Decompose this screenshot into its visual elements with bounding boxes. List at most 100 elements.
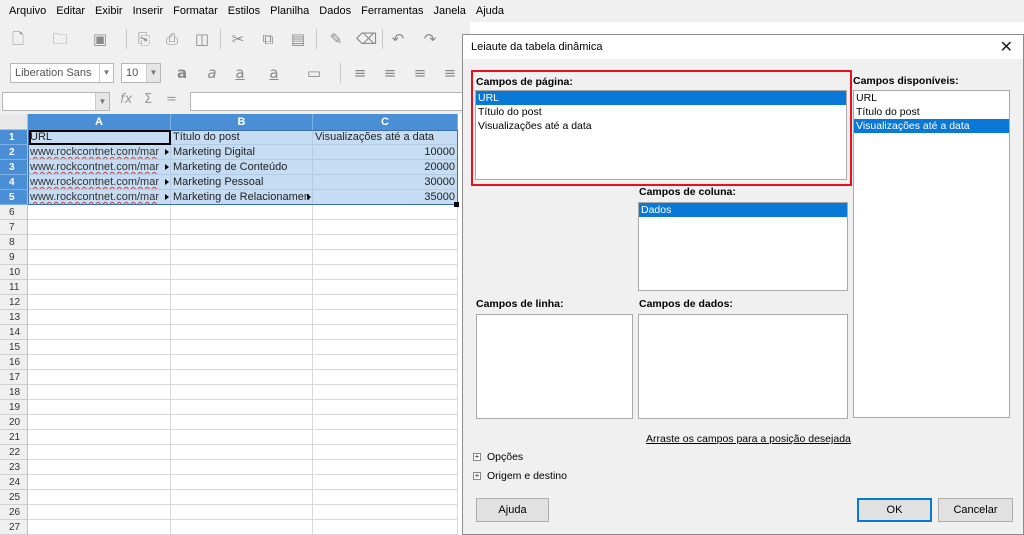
export-pdf-icon[interactable]: ⎘ xyxy=(134,29,154,49)
options-expander[interactable]: + Opções xyxy=(473,451,523,463)
table-cell[interactable] xyxy=(28,235,171,250)
column-header-c[interactable]: C xyxy=(313,114,458,130)
table-cell[interactable] xyxy=(28,445,171,460)
font-name-select[interactable]: Liberation Sans ▼ xyxy=(10,63,114,83)
table-cell[interactable]: Título do post xyxy=(171,130,313,145)
table-cell[interactable] xyxy=(313,205,458,220)
menu-ferramentas[interactable]: Ferramentas xyxy=(356,5,428,17)
table-cell[interactable] xyxy=(171,415,313,430)
new-document-icon[interactable]: 🗋 xyxy=(8,29,28,49)
table-cell[interactable] xyxy=(171,385,313,400)
table-cell[interactable]: 30000 xyxy=(313,175,458,190)
table-cell[interactable] xyxy=(171,490,313,505)
table-cell[interactable] xyxy=(313,250,458,265)
table-cell[interactable] xyxy=(313,310,458,325)
table-cell[interactable] xyxy=(313,475,458,490)
available-field-item[interactable]: Título do post xyxy=(854,105,1009,119)
table-cell[interactable] xyxy=(28,220,171,235)
menu-janela[interactable]: Janela xyxy=(428,5,470,17)
table-cell[interactable] xyxy=(171,505,313,520)
table-cell[interactable] xyxy=(313,295,458,310)
table-cell[interactable]: www.rockcontnet.com/mar xyxy=(28,145,171,160)
table-cell[interactable] xyxy=(28,430,171,445)
table-cell[interactable] xyxy=(28,205,171,220)
close-icon[interactable]: ✕ xyxy=(1000,37,1013,56)
align-center-icon[interactable]: ≡ xyxy=(380,63,400,83)
row-header[interactable]: 8 xyxy=(0,235,28,250)
table-cell[interactable]: Marketing Digital xyxy=(171,145,313,160)
menu-planilha[interactable]: Planilha xyxy=(265,5,314,17)
row-header[interactable]: 26 xyxy=(0,505,28,520)
table-cell[interactable] xyxy=(171,340,313,355)
available-field-item[interactable]: URL xyxy=(854,91,1009,105)
table-cell[interactable] xyxy=(28,505,171,520)
table-cell[interactable] xyxy=(171,460,313,475)
table-cell[interactable] xyxy=(313,400,458,415)
table-cell[interactable]: URL xyxy=(28,130,171,145)
print-icon[interactable]: ⎙ xyxy=(162,29,182,49)
clone-formatting-icon[interactable]: ✎ xyxy=(326,29,346,49)
table-cell[interactable] xyxy=(28,370,171,385)
row-header[interactable]: 19 xyxy=(0,400,28,415)
table-cell[interactable] xyxy=(313,520,458,535)
table-cell[interactable] xyxy=(313,505,458,520)
table-cell[interactable] xyxy=(28,355,171,370)
table-cell[interactable] xyxy=(313,385,458,400)
row-header[interactable]: 23 xyxy=(0,460,28,475)
ok-button[interactable]: OK xyxy=(857,498,932,522)
table-cell[interactable] xyxy=(171,250,313,265)
help-button[interactable]: Ajuda xyxy=(476,498,549,522)
italic-icon[interactable]: a xyxy=(202,63,222,83)
table-cell[interactable] xyxy=(313,445,458,460)
paste-icon[interactable]: ▤ xyxy=(288,29,308,49)
table-cell[interactable] xyxy=(171,370,313,385)
row-header[interactable]: 21 xyxy=(0,430,28,445)
table-cell[interactable] xyxy=(313,370,458,385)
table-cell[interactable] xyxy=(28,415,171,430)
row-header[interactable]: 24 xyxy=(0,475,28,490)
table-cell[interactable]: 35000 xyxy=(313,190,458,205)
borders-icon[interactable]: ▭ xyxy=(304,63,324,83)
select-all-corner[interactable] xyxy=(0,114,28,130)
table-cell[interactable] xyxy=(28,475,171,490)
align-left-icon[interactable]: ≡ xyxy=(350,63,370,83)
page-field-item[interactable]: Título do post xyxy=(476,105,846,119)
table-cell[interactable]: 20000 xyxy=(313,160,458,175)
sum-icon[interactable]: Σ xyxy=(144,92,152,107)
clear-formatting-icon[interactable]: ⌫ xyxy=(356,29,377,49)
table-cell[interactable] xyxy=(171,265,313,280)
align-right-icon[interactable]: ≡ xyxy=(410,63,430,83)
cancel-button[interactable]: Cancelar xyxy=(938,498,1013,522)
table-cell[interactable] xyxy=(28,340,171,355)
copy-icon[interactable]: ⧉ xyxy=(258,29,278,49)
table-cell[interactable]: Visualizações até a data xyxy=(313,130,458,145)
autofill-handle[interactable] xyxy=(454,202,459,207)
table-cell[interactable] xyxy=(313,415,458,430)
redo-icon[interactable]: ↷ xyxy=(420,29,440,49)
source-destination-expander[interactable]: + Origem e destino xyxy=(473,470,567,482)
menu-inserir[interactable]: Inserir xyxy=(128,5,169,17)
table-cell[interactable] xyxy=(313,460,458,475)
cut-icon[interactable]: ✂ xyxy=(228,29,248,49)
table-cell[interactable] xyxy=(313,220,458,235)
table-cell[interactable] xyxy=(171,280,313,295)
menu-formatar[interactable]: Formatar xyxy=(168,5,223,17)
menu-editar[interactable]: Editar xyxy=(51,5,90,17)
table-cell[interactable] xyxy=(171,355,313,370)
table-cell[interactable] xyxy=(171,475,313,490)
table-cell[interactable] xyxy=(171,310,313,325)
row-header[interactable]: 27 xyxy=(0,520,28,535)
table-cell[interactable] xyxy=(171,205,313,220)
table-cell[interactable] xyxy=(313,430,458,445)
row-header[interactable]: 11 xyxy=(0,280,28,295)
menu-estilos[interactable]: Estilos xyxy=(223,5,265,17)
table-cell[interactable] xyxy=(171,520,313,535)
column-header-b[interactable]: B xyxy=(171,114,313,130)
table-cell[interactable] xyxy=(28,520,171,535)
row-header[interactable]: 18 xyxy=(0,385,28,400)
page-field-item[interactable]: URL xyxy=(476,91,846,105)
table-cell[interactable] xyxy=(171,430,313,445)
menu-ajuda[interactable]: Ajuda xyxy=(471,5,509,17)
undo-icon[interactable]: ↶ xyxy=(388,29,408,49)
page-field-item[interactable]: Visualizações até a data xyxy=(476,119,846,133)
